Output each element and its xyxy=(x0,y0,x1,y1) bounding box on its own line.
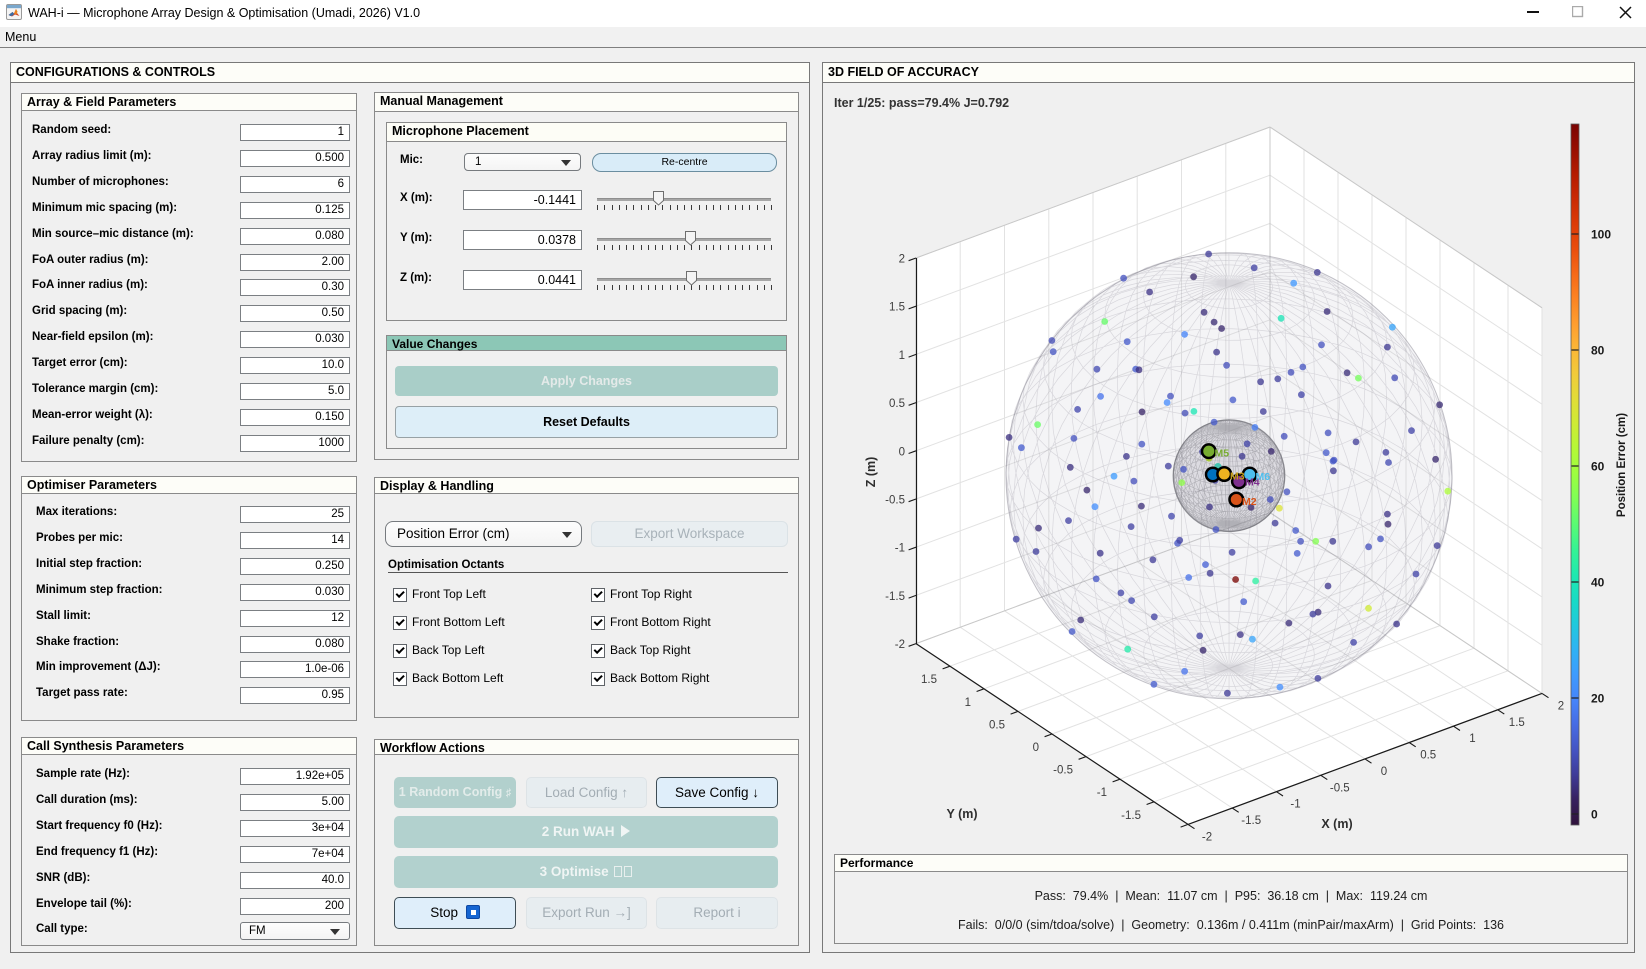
svg-text:-1: -1 xyxy=(1290,799,1300,811)
svg-text:1: 1 xyxy=(965,697,971,709)
svg-text:0: 0 xyxy=(899,446,905,458)
svg-text:0: 0 xyxy=(1381,766,1387,778)
svg-text:-0.5: -0.5 xyxy=(885,495,905,507)
svg-text:M6: M6 xyxy=(1256,471,1271,483)
svg-text:M2: M2 xyxy=(1242,496,1257,508)
svg-text:0.5: 0.5 xyxy=(889,398,905,410)
svg-text:0.5: 0.5 xyxy=(1420,750,1436,762)
svg-text:-1: -1 xyxy=(895,543,905,555)
svg-text:80: 80 xyxy=(1591,344,1605,358)
svg-text:60: 60 xyxy=(1591,460,1605,474)
svg-text:-2: -2 xyxy=(895,639,905,651)
svg-text:-1.5: -1.5 xyxy=(1241,815,1261,827)
svg-text:-1.5: -1.5 xyxy=(1121,810,1141,822)
svg-text:-2: -2 xyxy=(1202,831,1212,843)
svg-text:-1: -1 xyxy=(1097,787,1107,799)
svg-text:0: 0 xyxy=(1591,808,1598,822)
svg-text:M5: M5 xyxy=(1215,448,1230,460)
svg-text:Y (m): Y (m) xyxy=(946,807,977,821)
svg-text:0: 0 xyxy=(1033,742,1039,754)
svg-text:2: 2 xyxy=(899,254,905,266)
svg-text:20: 20 xyxy=(1591,692,1605,706)
svg-text:-0.5: -0.5 xyxy=(1053,765,1073,777)
svg-text:X (m): X (m) xyxy=(1321,817,1352,831)
svg-text:100: 100 xyxy=(1591,228,1611,242)
svg-text:1: 1 xyxy=(1469,733,1475,745)
svg-text:M3: M3 xyxy=(1230,471,1245,483)
svg-text:-1.5: -1.5 xyxy=(885,591,905,603)
svg-text:1.5: 1.5 xyxy=(1509,717,1525,729)
svg-text:2: 2 xyxy=(1558,700,1564,712)
svg-text:0.5: 0.5 xyxy=(989,719,1005,731)
svg-text:1.5: 1.5 xyxy=(889,302,905,314)
svg-text:1: 1 xyxy=(899,350,905,362)
svg-text:40: 40 xyxy=(1591,576,1605,590)
svg-text:-0.5: -0.5 xyxy=(1330,782,1350,794)
svg-text:1.5: 1.5 xyxy=(921,674,937,686)
svg-text:Z (m): Z (m) xyxy=(864,457,878,488)
svg-text:Position Error (cm): Position Error (cm) xyxy=(1616,413,1628,517)
